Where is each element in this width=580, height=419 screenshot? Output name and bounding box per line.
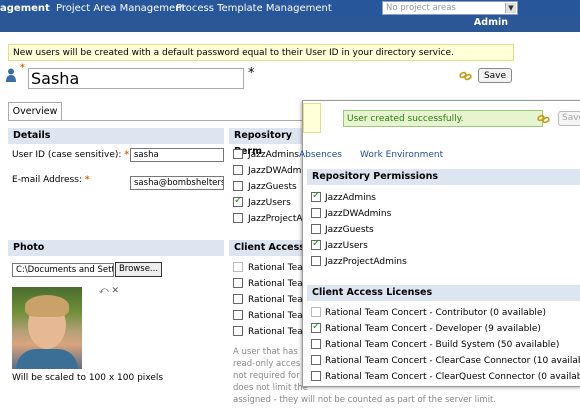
- link-icon[interactable]: [537, 113, 551, 125]
- required-marker: *: [248, 66, 255, 81]
- browse-button[interactable]: Browse...: [115, 262, 162, 277]
- email-label: E-mail Address: *: [12, 175, 90, 185]
- project-area-select-value: No project areas: [386, 3, 456, 13]
- license-label: Rational Team Concert - ClearCase Connec…: [325, 356, 580, 366]
- license-checkbox-contributor[interactable]: [311, 307, 321, 317]
- nav-item-user-management[interactable]: agement: [0, 3, 50, 14]
- required-marker: *: [20, 63, 25, 73]
- repo-checkbox-label: JazzDWAdm: [248, 166, 302, 176]
- license-checkbox[interactable]: [233, 310, 243, 320]
- undo-icon[interactable]: ⤺: [99, 286, 109, 296]
- info-banner: New users will be created with a default…: [8, 44, 514, 61]
- user-photo: [12, 287, 82, 369]
- user-icon: [6, 68, 16, 82]
- license-checkbox[interactable]: [233, 262, 243, 272]
- nav-item-process-template-management[interactable]: Process Template Management: [176, 3, 332, 14]
- photo-shirt: [16, 349, 78, 369]
- nav-item-project-area-management[interactable]: Project Area Management: [56, 3, 185, 14]
- photo-actions: ⤺ ✕: [99, 286, 119, 296]
- repo-permissions-header: Repository Permissions: [307, 169, 580, 185]
- tab-work-environment[interactable]: Work Environment: [360, 150, 443, 160]
- user-id-label: User ID (case sensitive): *: [12, 150, 130, 160]
- photo-path-input[interactable]: C:\Documents and Settir: [12, 263, 114, 277]
- user-id-input[interactable]: sasha: [130, 148, 224, 162]
- license-checkbox-clearcase[interactable]: [311, 355, 321, 365]
- license-checkbox-clearquest[interactable]: [311, 371, 321, 381]
- license-checkbox-developer[interactable]: [311, 321, 321, 333]
- repo-checkbox-jazzdwadmins[interactable]: [311, 208, 321, 218]
- client-access-note: A user that has read-only acces not requ…: [233, 347, 308, 393]
- repo-checkbox[interactable]: [233, 181, 243, 191]
- overlay-panel: User created successfully. Save Absences…: [299, 100, 580, 387]
- tab-overview[interactable]: Overview: [8, 102, 62, 120]
- client-access-licenses-header: Client Access Licenses: [307, 285, 580, 301]
- repo-checkbox[interactable]: [233, 149, 243, 159]
- license-label: Rational Team Concert - Developer (9 ava…: [325, 324, 541, 334]
- save-button[interactable]: Save: [478, 68, 512, 83]
- repo-checkbox-label: JazzAdmins: [325, 193, 376, 203]
- client-access-header: Client Access: [229, 240, 309, 256]
- repo-checkbox-jazzprojectadmins[interactable]: [311, 256, 321, 266]
- link-icon[interactable]: [459, 70, 473, 82]
- client-access-note-tail: assigned - they will not be counted as p…: [233, 395, 497, 405]
- license-checkbox[interactable]: [233, 278, 243, 288]
- repo-checkbox-label: JazzGuests: [248, 182, 297, 192]
- current-user-label[interactable]: Admin: [474, 17, 508, 28]
- user-name-input[interactable]: [29, 69, 243, 87]
- repo-checkbox-label: JazzGuests: [325, 225, 374, 235]
- top-navigation-bar: agement Project Area Management Process …: [0, 0, 580, 32]
- repo-checkbox-jazzadmins[interactable]: [311, 190, 321, 202]
- repo-checkbox-jazzguests[interactable]: [311, 224, 321, 234]
- repo-checkbox-label: JazzUsers: [325, 241, 368, 251]
- repo-checkbox-label: JazzUsers: [248, 198, 291, 208]
- repo-checkbox-label: JazzDWAdmins: [325, 209, 392, 219]
- repo-checkbox[interactable]: [233, 213, 243, 223]
- overlay-info-banner: [303, 103, 321, 133]
- repo-checkbox-label: JazzAdmins: [248, 150, 299, 160]
- license-label: Rational Team Concert - ClearQuest Conne…: [325, 372, 580, 382]
- user-name-field[interactable]: [28, 68, 244, 89]
- repo-permissions-header: Repository Perm: [229, 128, 309, 157]
- photo-scale-note: Will be scaled to 100 x 100 pixels: [12, 373, 164, 383]
- license-checkbox[interactable]: [233, 294, 243, 304]
- license-label: Rational Team Concert - Build System (50…: [325, 340, 560, 350]
- photo-hair: [25, 295, 69, 317]
- email-input[interactable]: sasha@bombshelterst: [130, 176, 224, 190]
- repo-checkbox-label: JazzProjectA: [248, 214, 303, 224]
- license-label: Rational Team Concert - Contributor (0 a…: [325, 308, 546, 318]
- save-button[interactable]: Save: [558, 111, 580, 126]
- photo-section-header: Photo: [8, 240, 224, 256]
- project-area-select[interactable]: No project areas ▼: [382, 1, 518, 15]
- repo-checkbox-label: JazzProjectAdmins: [325, 257, 407, 267]
- license-checkbox-build-system[interactable]: [311, 339, 321, 349]
- success-banner: User created successfully.: [343, 110, 543, 127]
- details-section-header: Details: [8, 128, 224, 144]
- repo-checkbox-jazzusers[interactable]: [311, 238, 321, 250]
- repo-checkbox[interactable]: [233, 195, 243, 207]
- tab-absences[interactable]: Absences: [299, 150, 342, 160]
- repo-checkbox[interactable]: [233, 165, 243, 175]
- chevron-down-icon[interactable]: ▼: [505, 3, 516, 13]
- license-checkbox[interactable]: [233, 326, 243, 336]
- remove-icon[interactable]: ✕: [112, 286, 120, 296]
